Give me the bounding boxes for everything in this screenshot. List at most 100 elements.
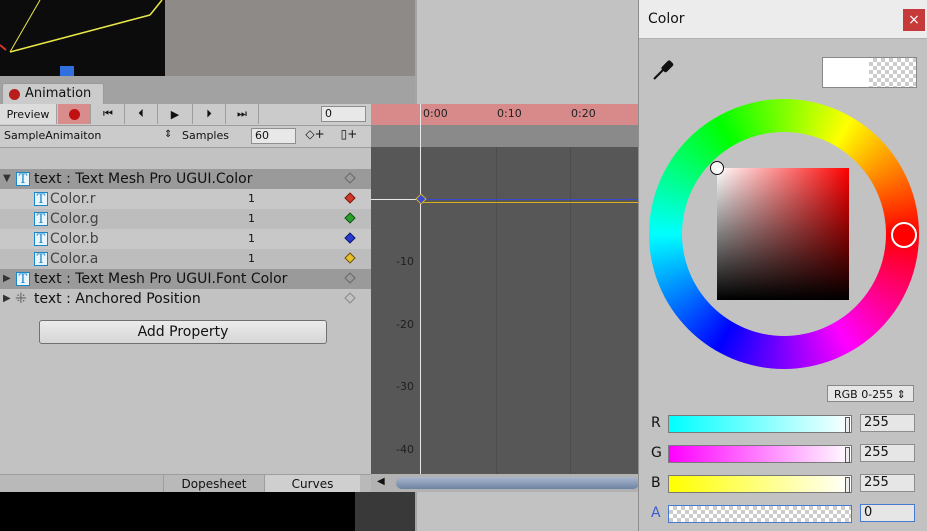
frame-field[interactable]: 0 — [321, 106, 366, 122]
last-keyframe-icon: ⏭ — [237, 107, 247, 120]
clip-dropdown[interactable]: SampleAnimaiton ⇕ — [4, 129, 174, 142]
property-value[interactable]: 1 — [248, 209, 255, 229]
add-property-button[interactable]: Add Property — [39, 320, 327, 344]
rect-transform-icon: ⁜ — [15, 291, 27, 307]
tmp-text-icon: T — [16, 172, 30, 186]
next-keyframe-button[interactable]: ⏵ — [193, 104, 226, 124]
curve-pre-line — [371, 199, 420, 200]
add-keyframe-button[interactable]: ◇+ — [300, 127, 330, 145]
y-tick-label: -40 — [396, 443, 414, 456]
keyframe-diamond-icon[interactable] — [344, 212, 356, 224]
channel-label-g: G — [651, 445, 662, 461]
horizontal-scrollbar[interactable]: ◀ — [371, 474, 639, 492]
channel-value-r[interactable]: 255 — [860, 414, 915, 432]
slider-knob[interactable] — [845, 477, 850, 493]
property-group-color[interactable]: ▼ T text : Text Mesh Pro UGUI.Color — [0, 169, 371, 189]
eyedropper-button[interactable] — [650, 57, 676, 83]
hue-handle[interactable] — [891, 222, 917, 248]
time-tick-label: 0:10 — [497, 107, 522, 120]
play-button[interactable]: ▶ — [158, 104, 193, 124]
clip-toolbar: SampleAnimaiton ⇕ Samples 60 ◇+ ▯+ — [0, 126, 371, 148]
tab-curves[interactable]: Curves — [264, 475, 360, 493]
keyframe-diamond-icon[interactable] — [344, 172, 356, 184]
panel-background — [355, 492, 415, 531]
color-picker-titlebar[interactable]: Color — [639, 0, 927, 39]
curves-area[interactable] — [371, 104, 639, 492]
keyframe-diamond-icon[interactable] — [344, 272, 356, 284]
slider-knob[interactable] — [845, 447, 850, 463]
tmp-text-icon: T — [34, 252, 48, 266]
add-keyframe-icon: ◇+ — [305, 127, 325, 141]
property-label: text : Text Mesh Pro UGUI.Font Color — [34, 271, 288, 287]
tmp-text-icon: T — [16, 272, 30, 286]
color-mode-dropdown[interactable]: RGB 0-255 ⇕ — [827, 385, 914, 402]
add-event-icon: ▯+ — [340, 127, 358, 141]
playback-toolbar: Preview ⏮ ⏴ ▶ ⏵ ⏭ 0 — [0, 104, 371, 126]
property-label: text : Anchored Position — [34, 291, 201, 307]
property-value[interactable]: 1 — [248, 189, 255, 209]
play-icon: ▶ — [170, 107, 180, 121]
scene-view[interactable] — [0, 0, 415, 76]
time-tick-label: 0:00 — [423, 107, 448, 120]
tab-dopesheet[interactable]: Dopesheet — [163, 475, 264, 493]
channel-slider-r[interactable] — [668, 415, 852, 433]
preview-button[interactable]: Preview — [0, 104, 57, 124]
curve-line-blue[interactable] — [421, 199, 639, 200]
samples-field[interactable]: 60 — [251, 128, 296, 144]
prev-keyframe-button[interactable]: ⏴ — [125, 104, 158, 124]
record-button[interactable] — [58, 104, 91, 124]
alpha-checker — [869, 58, 916, 87]
channel-label-b: B — [651, 475, 661, 491]
channel-slider-b[interactable] — [668, 475, 852, 493]
first-keyframe-button[interactable]: ⏮ — [92, 104, 125, 124]
next-keyframe-icon: ⏵ — [206, 107, 212, 120]
collapse-triangle-icon[interactable]: ▶ — [3, 289, 11, 309]
keyframe-diamond-icon[interactable] — [344, 252, 356, 264]
property-row-color-b[interactable]: T Color.b 1 — [0, 229, 371, 249]
animation-tab-label: Animation — [25, 86, 92, 101]
keyframe-diamond-icon[interactable] — [344, 232, 356, 244]
property-row-color-g[interactable]: T Color.g 1 — [0, 209, 371, 229]
color-picker-title: Color — [648, 11, 685, 27]
last-keyframe-button[interactable]: ⏭ — [226, 104, 259, 124]
slider-knob[interactable] — [845, 417, 850, 433]
property-row-color-r[interactable]: T Color.r 1 — [0, 189, 371, 209]
channel-value-b[interactable]: 255 — [860, 474, 915, 492]
keyframe-diamond-icon[interactable] — [344, 192, 356, 204]
scene-floor — [165, 0, 415, 76]
time-tick-label: 0:20 — [571, 107, 596, 120]
animation-tab[interactable]: Animation — [2, 83, 104, 105]
channel-label-a: A — [651, 505, 661, 521]
scroll-left-icon[interactable]: ◀ — [377, 476, 385, 487]
event-strip[interactable] — [371, 125, 639, 147]
property-label: Color.g — [50, 211, 99, 227]
property-value[interactable]: 1 — [248, 249, 255, 269]
property-label: Color.a — [50, 251, 99, 267]
collapse-triangle-icon[interactable]: ▶ — [3, 269, 11, 289]
saturation-value-handle[interactable] — [710, 161, 724, 175]
scrollbar-thumb[interactable] — [396, 477, 639, 489]
channel-value-g[interactable]: 255 — [860, 444, 915, 462]
property-group-font-color[interactable]: ▶ T text : Text Mesh Pro UGUI.Font Color — [0, 269, 371, 289]
eyedropper-icon — [653, 60, 674, 80]
expand-triangle-icon[interactable]: ▼ — [3, 169, 11, 189]
channel-value-a[interactable]: 0 — [860, 504, 915, 522]
saturation-value-square[interactable] — [717, 168, 849, 300]
playhead[interactable] — [420, 104, 421, 474]
add-event-button[interactable]: ▯+ — [334, 127, 364, 145]
scene-gizmo-lines — [0, 0, 163, 76]
grid-line — [570, 147, 571, 474]
scene-dark-area — [0, 0, 165, 76]
property-value[interactable]: 1 — [248, 229, 255, 249]
time-ruler[interactable]: 0:00 0:10 0:20 — [371, 104, 639, 125]
view-mode-tabs: Dopesheet Curves — [0, 474, 371, 493]
property-row-color-a[interactable]: T Color.a 1 — [0, 249, 371, 269]
property-label: text : Text Mesh Pro UGUI.Color — [34, 171, 253, 187]
property-label: Color.b — [50, 231, 99, 247]
property-group-anchored-position[interactable]: ▶ ⁜ text : Anchored Position — [0, 289, 371, 309]
keyframe-diamond-icon[interactable] — [344, 292, 356, 304]
channel-slider-g[interactable] — [668, 445, 852, 463]
channel-slider-a[interactable] — [668, 505, 852, 523]
close-button[interactable]: × — [903, 9, 925, 31]
curve-line-alpha[interactable] — [421, 202, 639, 203]
